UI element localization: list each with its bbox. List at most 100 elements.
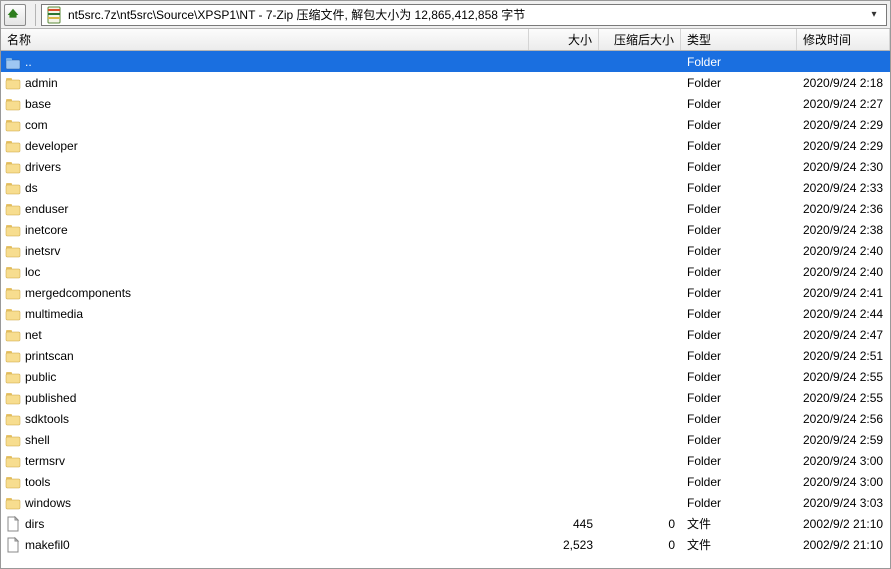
cell-modified: 2020/9/24 2:55 bbox=[797, 391, 890, 405]
cell-modified: 2020/9/24 2:38 bbox=[797, 223, 890, 237]
folder-icon bbox=[5, 96, 21, 112]
list-item[interactable]: loc Folder2020/9/24 2:40 bbox=[1, 261, 890, 282]
cell-type: Folder bbox=[681, 202, 797, 216]
list-item[interactable]: inetsrv Folder2020/9/24 2:40 bbox=[1, 240, 890, 261]
folder-icon bbox=[5, 495, 21, 511]
list-item[interactable]: mergedcomponentsFolder2020/9/24 2:41 bbox=[1, 282, 890, 303]
cell-type: 文件 bbox=[681, 515, 797, 532]
path-dropdown-icon[interactable]: ▾ bbox=[866, 9, 882, 20]
item-name: published bbox=[25, 391, 76, 405]
cell-modified: 2020/9/24 2:33 bbox=[797, 181, 890, 195]
parent-folder-icon bbox=[5, 54, 21, 70]
item-name: inetcore bbox=[25, 223, 68, 237]
column-headers: 名称 大小 压缩后大小 类型 修改时间 bbox=[1, 29, 890, 51]
list-item[interactable]: toolsFolder2020/9/24 3:00 bbox=[1, 471, 890, 492]
cell-name: mergedcomponents bbox=[5, 285, 529, 301]
list-item[interactable]: printscanFolder2020/9/24 2:51 bbox=[1, 345, 890, 366]
item-name: drivers bbox=[25, 160, 61, 174]
list-item[interactable]: windowsFolder2020/9/24 3:03 bbox=[1, 492, 890, 513]
item-name: net bbox=[25, 328, 42, 342]
folder-icon bbox=[5, 180, 21, 196]
parent-row[interactable]: ..Folder bbox=[1, 51, 890, 72]
cell-size: 2,523 bbox=[529, 538, 599, 552]
item-name: loc bbox=[25, 265, 40, 279]
cell-name: tools bbox=[5, 474, 529, 490]
item-name: developer bbox=[25, 139, 78, 153]
item-name: multimedia bbox=[25, 307, 83, 321]
cell-name: inetsrv bbox=[5, 243, 529, 259]
cell-type: Folder bbox=[681, 181, 797, 195]
list-item[interactable]: dirs4450文件2002/9/2 21:10 bbox=[1, 513, 890, 534]
item-name: public bbox=[25, 370, 56, 384]
cell-type: Folder bbox=[681, 286, 797, 300]
cell-type: Folder bbox=[681, 328, 797, 342]
cell-name: printscan bbox=[5, 348, 529, 364]
header-type[interactable]: 类型 bbox=[681, 29, 797, 50]
item-name: sdktools bbox=[25, 412, 69, 426]
cell-type: Folder bbox=[681, 244, 797, 258]
item-name: base bbox=[25, 97, 51, 111]
list-item[interactable]: publicFolder2020/9/24 2:55 bbox=[1, 366, 890, 387]
cell-modified: 2020/9/24 2:59 bbox=[797, 433, 890, 447]
header-modified[interactable]: 修改时间 bbox=[797, 29, 890, 50]
item-name: mergedcomponents bbox=[25, 286, 131, 300]
folder-icon bbox=[5, 411, 21, 427]
list-item[interactable]: makefil02,5230文件2002/9/2 21:10 bbox=[1, 534, 890, 555]
cell-type: Folder bbox=[681, 391, 797, 405]
cell-modified: 2020/9/24 3:03 bbox=[797, 496, 890, 510]
list-item[interactable]: published Folder2020/9/24 2:55 bbox=[1, 387, 890, 408]
folder-icon bbox=[5, 201, 21, 217]
cell-name: .. bbox=[5, 54, 529, 70]
cell-modified: 2020/9/24 2:30 bbox=[797, 160, 890, 174]
item-name: printscan bbox=[25, 349, 74, 363]
header-packed[interactable]: 压缩后大小 bbox=[599, 29, 681, 50]
cell-name: developer bbox=[5, 138, 529, 154]
toolbar-separator bbox=[35, 4, 36, 26]
list-item[interactable]: termsrvFolder2020/9/24 3:00 bbox=[1, 450, 890, 471]
cell-name: loc bbox=[5, 264, 529, 280]
folder-icon bbox=[5, 474, 21, 490]
list-item[interactable]: dsFolder2020/9/24 2:33 bbox=[1, 177, 890, 198]
list-item[interactable]: driversFolder2020/9/24 2:30 bbox=[1, 156, 890, 177]
list-item[interactable]: developerFolder2020/9/24 2:29 bbox=[1, 135, 890, 156]
item-name: inetsrv bbox=[25, 244, 60, 258]
cell-type: Folder bbox=[681, 76, 797, 90]
folder-icon bbox=[5, 285, 21, 301]
list-item[interactable]: comFolder2020/9/24 2:29 bbox=[1, 114, 890, 135]
header-size[interactable]: 大小 bbox=[529, 29, 599, 50]
item-name: dirs bbox=[25, 517, 44, 531]
list-item[interactable]: adminFolder2020/9/24 2:18 bbox=[1, 72, 890, 93]
list-item[interactable]: baseFolder2020/9/24 2:27 bbox=[1, 93, 890, 114]
file-list[interactable]: ..FolderadminFolder2020/9/24 2:18baseFol… bbox=[1, 51, 890, 568]
folder-icon bbox=[5, 306, 21, 322]
cell-modified: 2002/9/2 21:10 bbox=[797, 517, 890, 531]
item-name: enduser bbox=[25, 202, 68, 216]
list-item[interactable]: multimediaFolder2020/9/24 2:44 bbox=[1, 303, 890, 324]
cell-modified: 2020/9/24 2:29 bbox=[797, 118, 890, 132]
cell-name: dirs bbox=[5, 516, 529, 532]
folder-icon bbox=[5, 222, 21, 238]
list-item[interactable]: enduserFolder2020/9/24 2:36 bbox=[1, 198, 890, 219]
header-name[interactable]: 名称 bbox=[1, 29, 529, 50]
cell-modified: 2002/9/2 21:10 bbox=[797, 538, 890, 552]
folder-icon bbox=[5, 264, 21, 280]
cell-name: termsrv bbox=[5, 453, 529, 469]
cell-name: sdktools bbox=[5, 411, 529, 427]
cell-modified: 2020/9/24 2:40 bbox=[797, 244, 890, 258]
cell-modified: 2020/9/24 2:40 bbox=[797, 265, 890, 279]
list-item[interactable]: sdktoolsFolder2020/9/24 2:56 bbox=[1, 408, 890, 429]
cell-name: enduser bbox=[5, 201, 529, 217]
up-button[interactable] bbox=[4, 4, 26, 26]
path-box[interactable]: nt5src.7z\nt5src\Source\XPSP1\NT - 7-Zip… bbox=[41, 4, 887, 26]
cell-name: admin bbox=[5, 75, 529, 91]
list-item[interactable]: inetcoreFolder2020/9/24 2:38 bbox=[1, 219, 890, 240]
cell-type: Folder bbox=[681, 265, 797, 279]
list-item[interactable]: netFolder2020/9/24 2:47 bbox=[1, 324, 890, 345]
cell-name: drivers bbox=[5, 159, 529, 175]
item-name: makefil0 bbox=[25, 538, 70, 552]
folder-icon bbox=[5, 75, 21, 91]
cell-type: Folder bbox=[681, 307, 797, 321]
path-text: nt5src.7z\nt5src\Source\XPSP1\NT - 7-Zip… bbox=[68, 6, 862, 23]
cell-type: Folder bbox=[681, 496, 797, 510]
list-item[interactable]: shellFolder2020/9/24 2:59 bbox=[1, 429, 890, 450]
